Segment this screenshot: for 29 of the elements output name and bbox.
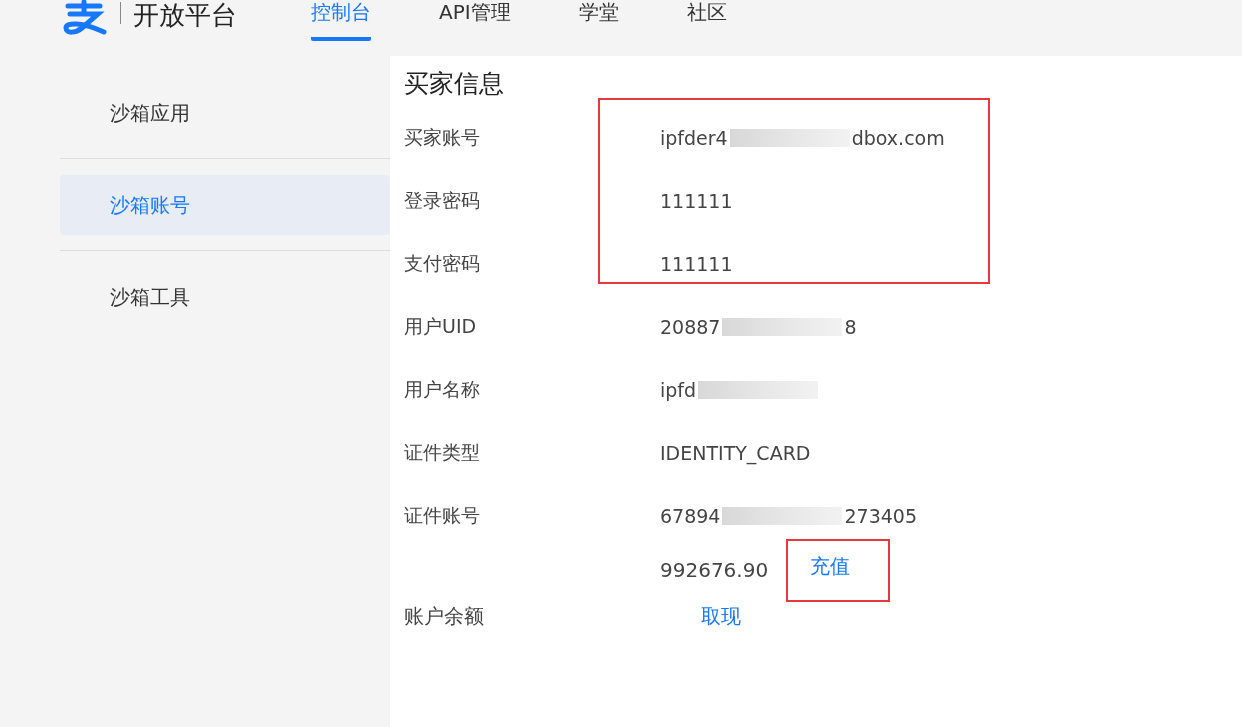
sidebar-item[interactable]: 沙箱应用 xyxy=(60,83,390,143)
brand-title: 开放平台 xyxy=(133,0,237,30)
field-label: 登录密码 xyxy=(404,187,481,213)
field-label: 证件类型 xyxy=(404,439,481,465)
field-value: ipfd xyxy=(660,378,821,401)
sidebar-item[interactable]: 沙箱工具 xyxy=(60,267,390,327)
field-value: ipfder4 xyxy=(660,126,852,149)
field-value: 8 xyxy=(844,315,857,338)
field-value: 20887 xyxy=(660,315,845,338)
field-value: 273405 xyxy=(844,504,917,527)
nav-tab[interactable]: 社区 xyxy=(686,0,727,41)
field-label: 证件账号 xyxy=(404,502,481,528)
nav-tab[interactable]: 控制台 xyxy=(311,0,371,41)
field-label: 用户UID xyxy=(404,313,478,339)
field-value: IDENTITY_CARD xyxy=(660,441,811,464)
field-label: 账户余额 xyxy=(404,603,485,630)
field-value: dbox.com xyxy=(851,126,945,149)
field-label: 支付密码 xyxy=(404,250,481,276)
withdraw-link[interactable]: 取现 xyxy=(701,603,741,630)
balance-amount: 992676.90 xyxy=(660,558,769,582)
field-value: 111111 xyxy=(660,252,733,275)
field-label: 买家账号 xyxy=(404,124,481,150)
section-title: 买家信息 xyxy=(404,68,505,100)
field-value: 111111 xyxy=(660,189,733,212)
nav-tab[interactable]: 学堂 xyxy=(578,0,619,41)
recharge-link[interactable]: 充值 xyxy=(786,538,891,602)
field-label: 用户名称 xyxy=(404,376,481,402)
nav-tab[interactable]: API管理 xyxy=(439,0,511,41)
field-value: 67894 xyxy=(660,504,845,527)
